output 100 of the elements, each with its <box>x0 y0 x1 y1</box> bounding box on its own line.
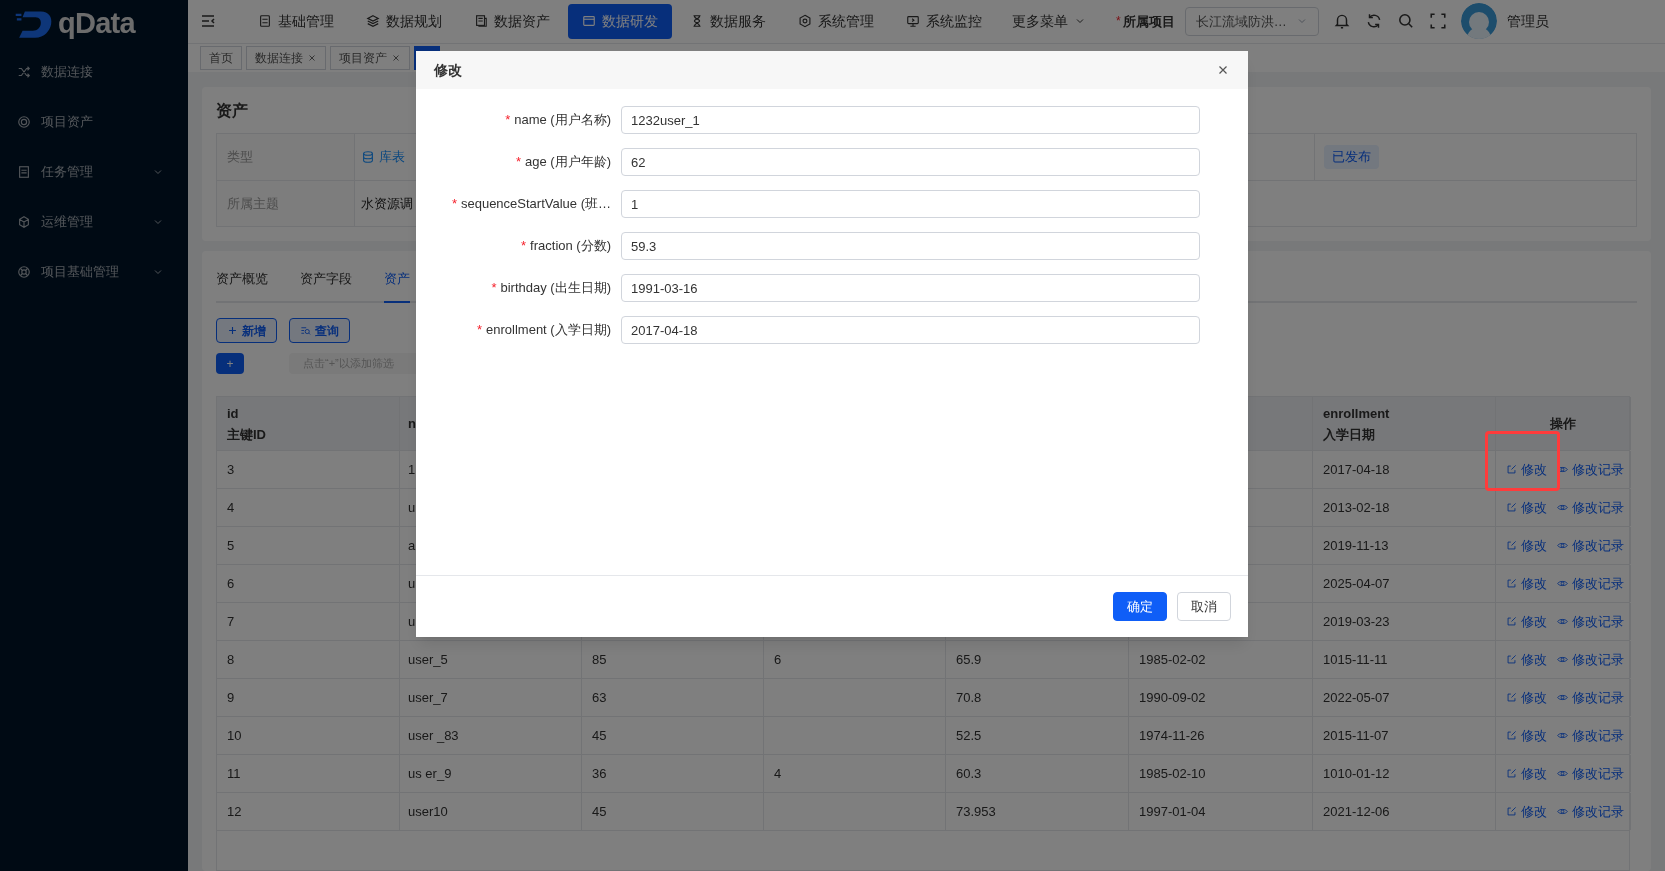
table-cell-text: 1974-11-26 <box>1139 726 1205 745</box>
table-cell-text: 10 <box>227 726 242 745</box>
more-menu[interactable]: 更多菜单 <box>1012 10 1086 32</box>
edit-link[interactable]: 修改 <box>1506 497 1547 518</box>
history-link[interactable]: 修改记录 <box>1557 535 1624 556</box>
history-link[interactable]: 修改记录 <box>1557 459 1624 480</box>
page-tab[interactable]: 数据连接 <box>246 45 326 70</box>
detail-tab[interactable]: 资产字段 <box>300 269 352 303</box>
cancel-button[interactable]: 取消 <box>1177 592 1231 621</box>
history-link[interactable]: 修改记录 <box>1557 725 1624 746</box>
table-cell-text: 2015-11-07 <box>1323 726 1389 745</box>
add-filter-button[interactable]: + <box>216 353 244 374</box>
table-cell-text: 45 <box>592 726 607 745</box>
nav-item[interactable]: 数据资产 <box>460 3 564 39</box>
history-link[interactable]: 修改记录 <box>1557 801 1624 822</box>
input-field[interactable]: 2017-04-18 <box>621 316 1200 344</box>
field-value: 水资源调 <box>361 194 413 213</box>
edit-link[interactable]: 修改 <box>1506 459 1547 480</box>
eye-icon <box>1557 540 1568 551</box>
history-link[interactable]: 修改记录 <box>1557 573 1624 594</box>
table-cell-text: 2022-05-07 <box>1323 688 1390 707</box>
project-select[interactable]: 长江流域防洪… <box>1184 6 1319 36</box>
table-cell-text: u <box>408 612 416 631</box>
fullscreen-icon[interactable] <box>1428 12 1447 31</box>
column-title: n <box>408 415 417 433</box>
table-cell-text: 60.3 <box>956 764 982 783</box>
edit-link[interactable]: 修改 <box>1506 535 1547 556</box>
table-cell-text: 45 <box>592 802 607 821</box>
input-field[interactable]: 1 <box>621 190 1200 218</box>
field-label: fraction (分数) <box>530 237 611 256</box>
required-mark: * <box>1116 13 1121 31</box>
page-tab[interactable]: 首页 <box>200 45 242 70</box>
edit-icon <box>1506 692 1517 703</box>
table-cell-text: us er_9 <box>408 764 452 783</box>
required-mark: * <box>491 279 497 298</box>
nav-item[interactable]: 系统监控 <box>892 3 996 39</box>
table-cell-text: 2019-03-23 <box>1323 612 1390 631</box>
edit-link[interactable]: 修改 <box>1506 611 1547 632</box>
history-link[interactable]: 修改记录 <box>1557 611 1624 632</box>
table-cell-text: 1 <box>408 460 416 479</box>
edit-link[interactable]: 修改 <box>1506 801 1547 822</box>
input-field[interactable]: 62 <box>621 148 1200 176</box>
edit-link[interactable]: 修改 <box>1506 573 1547 594</box>
history-link[interactable]: 修改记录 <box>1557 687 1624 708</box>
field-label: sequenceStartValue (班… <box>460 195 611 214</box>
eye-icon <box>1557 616 1568 627</box>
input-field[interactable]: 1232user_1 <box>621 106 1200 134</box>
add-button[interactable]: 新增 <box>216 318 277 343</box>
history-link[interactable]: 修改记录 <box>1557 763 1624 784</box>
input-field[interactable]: 1991-03-16 <box>621 274 1200 302</box>
nav-item[interactable]: 数据服务 <box>676 3 780 39</box>
table-cell-text: 4 <box>774 764 782 783</box>
edit-link[interactable]: 修改 <box>1506 649 1547 670</box>
edit-link[interactable]: 修改 <box>1506 687 1547 708</box>
sidebar-item[interactable]: 运维管理 <box>41 212 93 232</box>
edit-icon <box>1506 502 1517 513</box>
field-label: birthday (出生日期) <box>500 279 611 298</box>
required-mark: * <box>451 195 457 214</box>
query-button[interactable]: 查询 <box>289 318 350 343</box>
input-field[interactable]: 59.3 <box>621 232 1200 260</box>
table-cell-text: 52.5 <box>956 726 982 745</box>
sidebar-item[interactable]: 数据连接 <box>41 62 93 82</box>
table-cell-text: u <box>408 574 416 593</box>
table-cell-text: u <box>408 498 416 517</box>
sidebar-item[interactable]: 项目资产 <box>41 112 93 132</box>
plus-icon <box>227 325 238 336</box>
history-link[interactable]: 修改记录 <box>1557 649 1624 670</box>
edit-link[interactable]: 修改 <box>1506 763 1547 784</box>
eye-icon <box>1557 730 1568 741</box>
nav-item[interactable]: 系统管理 <box>784 3 888 39</box>
history-link[interactable]: 修改记录 <box>1557 497 1624 518</box>
table-cell-text: 1985-02-10 <box>1139 764 1206 783</box>
nav-item[interactable]: 数据规划 <box>352 3 456 39</box>
search-icon[interactable] <box>1396 12 1415 31</box>
confirm-button[interactable]: 确定 <box>1113 592 1167 621</box>
nav-item[interactable]: 基础管理 <box>244 3 348 39</box>
edit-icon <box>1506 616 1517 627</box>
edit-link[interactable]: 修改 <box>1506 725 1547 746</box>
table-cell-text: 2021-12-06 <box>1323 802 1390 821</box>
shuffle-icon <box>17 65 31 79</box>
search-list-icon <box>300 325 311 336</box>
table-cell-text: 1985-02-02 <box>1139 650 1206 669</box>
required-mark: * <box>505 111 511 130</box>
table-cell-text: 6 <box>227 574 235 593</box>
table-cell-text: 7 <box>227 612 235 631</box>
detail-tab[interactable]: 资产概览 <box>216 269 268 303</box>
logo-text: qData <box>58 5 135 41</box>
sidebar-item[interactable]: 任务管理 <box>41 162 93 182</box>
table-cell-text: 12 <box>227 802 242 821</box>
card-title: 资产 <box>216 101 248 121</box>
field-value: 库表 <box>379 148 405 167</box>
bell-icon[interactable] <box>1332 12 1351 31</box>
window-icon <box>582 14 596 29</box>
column-subtitle: 入学日期 <box>1323 425 1376 444</box>
nav-item[interactable]: 数据研发 <box>568 3 672 39</box>
table-cell-text: 2019-11-13 <box>1323 536 1389 555</box>
page-tab[interactable]: 项目资产 <box>330 45 410 70</box>
detail-tab[interactable]: 资产 <box>384 269 410 303</box>
sidebar-item[interactable]: 项目基础管理 <box>41 262 119 282</box>
edit-icon <box>1506 768 1517 779</box>
